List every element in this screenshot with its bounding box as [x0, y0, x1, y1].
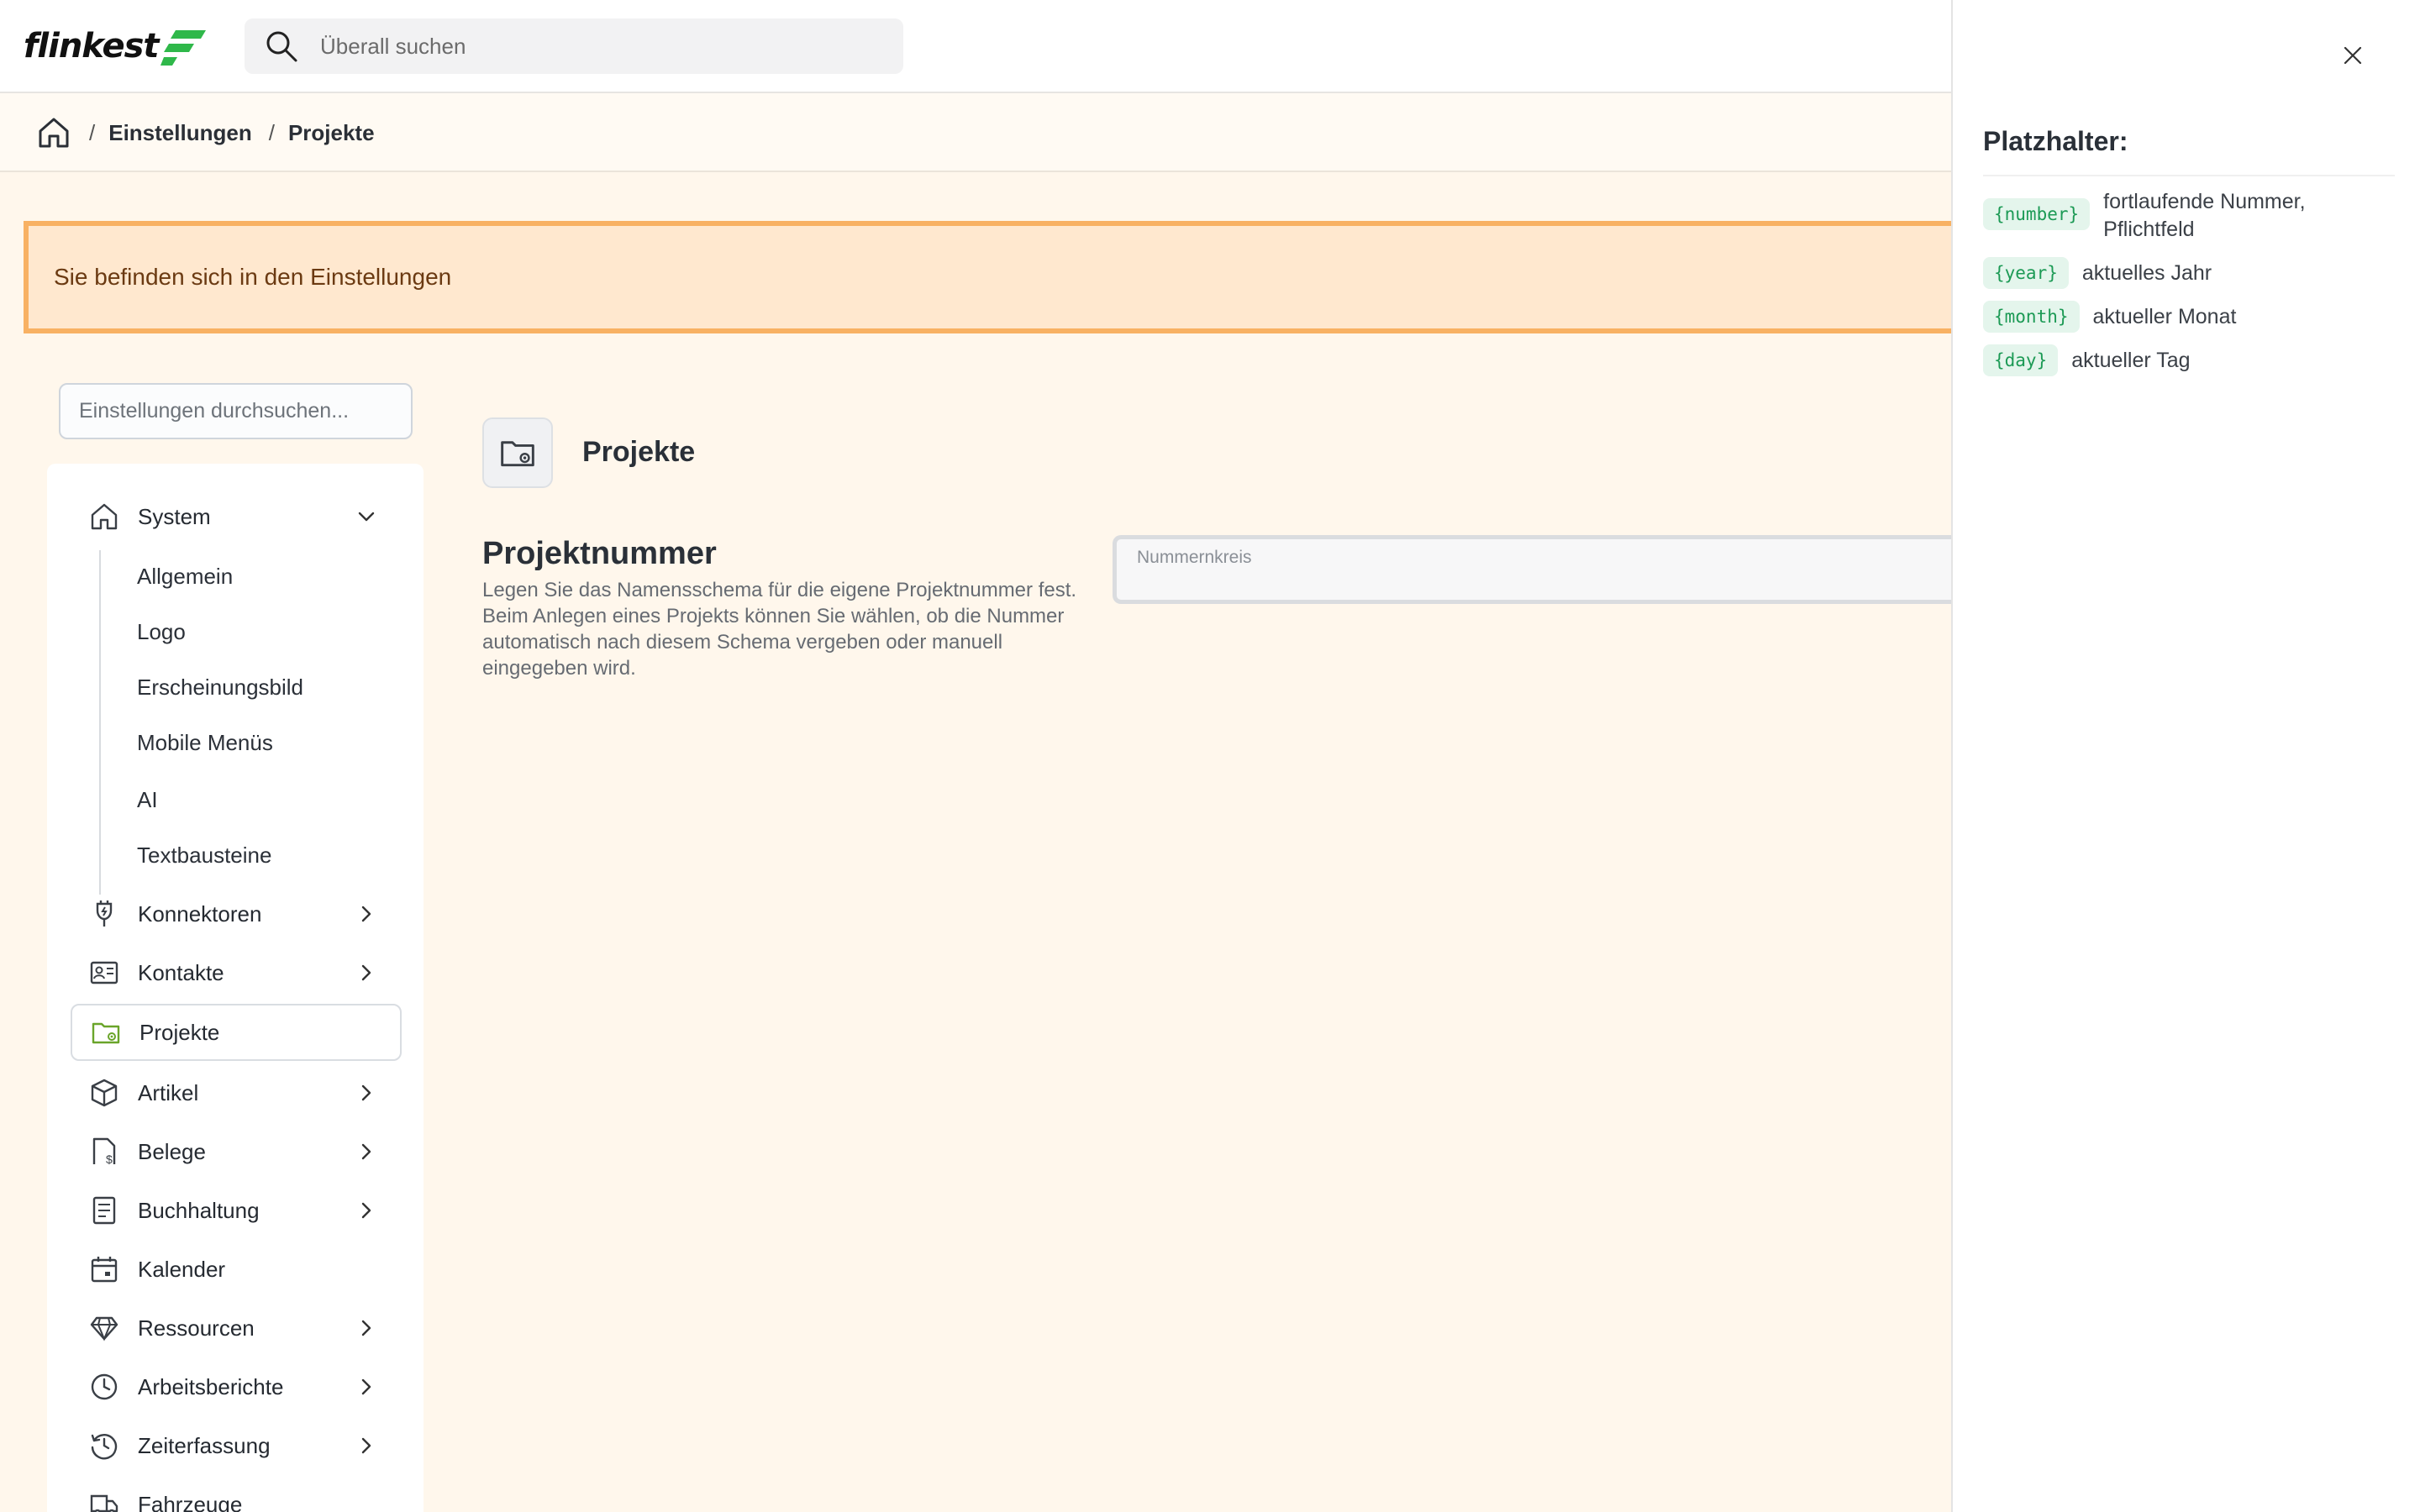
placeholder-description: fortlaufende Nummer, Pflichtfeld — [2103, 190, 2306, 241]
sidebar-item-konnektoren[interactable]: Konnektoren — [89, 889, 422, 939]
settings-sidebar: System Allgemein Logo Erscheinungsbild M… — [47, 464, 424, 1512]
chevron-right-icon — [361, 906, 371, 922]
ledger-icon — [92, 1196, 116, 1225]
sidebar-subitem-erscheinungsbild[interactable]: Erscheinungsbild — [137, 669, 303, 706]
breadcrumb-link-einstellungen[interactable]: Einstellungen — [108, 120, 251, 146]
divider — [1983, 175, 2395, 176]
sidebar-item-arbeitsberichte[interactable]: Arbeitsberichte — [89, 1362, 422, 1412]
sidebar-item-buchhaltung[interactable]: Buchhaltung — [89, 1185, 422, 1236]
number-range-field[interactable]: Nummernkreis — [1113, 535, 1953, 604]
chevron-right-icon — [361, 1143, 371, 1160]
logo-mark-icon — [160, 30, 206, 66]
home-icon — [91, 503, 118, 530]
contact-card-icon — [90, 961, 118, 984]
sidebar-item-artikel[interactable]: Artikel — [89, 1068, 422, 1118]
banner-text: Sie befinden sich in den Einstellungen — [54, 264, 452, 290]
sidebar-item-belege[interactable]: $ Belege — [89, 1126, 422, 1177]
sidebar-item-label: Projekte — [139, 1019, 220, 1045]
placeholder-row: {number} fortlaufende Nummer, Pflichtfel… — [1983, 188, 2338, 244]
sidebar-item-label: Artikel — [138, 1079, 199, 1105]
diamond-icon — [90, 1316, 118, 1341]
truck-icon — [90, 1494, 118, 1512]
search-icon — [266, 31, 297, 62]
folder-gear-icon — [92, 1022, 120, 1044]
sidebar-item-label: Kalender — [138, 1256, 226, 1282]
sidebar-item-label: Kontakte — [138, 959, 224, 985]
placeholder-tag: {month} — [1983, 301, 2080, 333]
sidebar-item-label: Belege — [138, 1138, 206, 1164]
sidebar-item-zeiterfassung[interactable]: Zeiterfassung — [89, 1420, 422, 1471]
global-search[interactable] — [245, 18, 903, 74]
breadcrumb: / Einstellungen / Projekte — [35, 113, 375, 152]
clock-icon — [91, 1373, 118, 1400]
sidebar-subitem-mobile-menus[interactable]: Mobile Menüs — [137, 724, 273, 761]
chevron-right-icon — [361, 1084, 371, 1101]
sidebar-subitem-logo[interactable]: Logo — [137, 613, 186, 650]
breadcrumb-separator: / — [89, 119, 96, 145]
breadcrumb-current: Projekte — [287, 119, 375, 145]
svg-text:$: $ — [106, 1152, 113, 1166]
placeholder-drawer: Platzhalter: {number} fortlaufende Numme… — [1951, 0, 2420, 1512]
sidebar-item-fahrzeuge[interactable]: Fahrzeuge — [89, 1479, 422, 1512]
sidebar-item-kalender[interactable]: Kalender — [89, 1244, 422, 1294]
placeholder-description: aktueller Tag — [2071, 349, 2191, 372]
placeholder-row: {year} aktuelles Jahr — [1983, 257, 2212, 289]
sidebar-item-label: Buchhaltung — [138, 1197, 260, 1223]
sidebar-subitem-ai[interactable]: AI — [137, 781, 158, 818]
sidebar-item-label: System — [138, 503, 211, 529]
app-logo[interactable]: flinkest — [24, 27, 208, 66]
logo-text: flinkest — [24, 27, 160, 66]
placeholder-description: aktueller Monat — [2092, 305, 2237, 328]
page-title: Projekte — [582, 436, 696, 468]
chevron-right-icon — [361, 1202, 371, 1219]
sidebar-item-ressourcen[interactable]: Ressourcen — [89, 1303, 422, 1353]
section-title: Projektnummer — [482, 536, 717, 571]
receipt-icon: $ — [92, 1137, 116, 1166]
chevron-right-icon — [361, 1320, 371, 1336]
home-icon[interactable] — [35, 114, 72, 151]
section-description: Legen Sie das Namensschema für die eigen… — [482, 579, 1077, 680]
sidebar-item-label: Arbeitsberichte — [138, 1373, 284, 1399]
sidebar-item-projekte[interactable]: Projekte — [71, 1004, 402, 1061]
calendar-icon — [91, 1257, 118, 1283]
chevron-right-icon — [361, 964, 371, 981]
chevron-right-icon — [361, 1378, 371, 1395]
field-label: Nummernkreis — [1137, 548, 1252, 567]
sidebar-item-label: Konnektoren — [138, 900, 262, 927]
drawer-title: Platzhalter: — [1983, 126, 2128, 156]
chevron-right-icon — [361, 1437, 371, 1454]
sidebar-subitem-textbausteine[interactable]: Textbausteine — [137, 837, 271, 874]
sidebar-item-system[interactable]: System — [89, 491, 422, 542]
box-icon — [91, 1079, 118, 1107]
submenu-guide-line — [99, 550, 101, 895]
chevron-down-icon — [358, 512, 375, 522]
settings-search-input[interactable] — [59, 383, 413, 439]
sidebar-item-label: Zeiterfassung — [138, 1432, 271, 1458]
placeholder-row: {month} aktueller Monat — [1983, 301, 2236, 333]
page-icon — [482, 417, 553, 488]
placeholder-tag: {day} — [1983, 344, 2059, 376]
history-icon — [91, 1434, 118, 1460]
placeholder-tag: {number} — [1983, 198, 2091, 230]
breadcrumb-separator: / — [268, 119, 275, 145]
sidebar-item-label: Fahrzeuge — [138, 1491, 243, 1512]
placeholder-description: aktuelles Jahr — [2081, 261, 2212, 285]
settings-banner: Sie befinden sich in den Einstellungen — [24, 221, 2040, 333]
sidebar-item-label: Ressourcen — [138, 1315, 255, 1341]
sidebar-item-kontakte[interactable]: Kontakte — [89, 948, 422, 998]
folder-gear-icon — [501, 441, 534, 467]
placeholder-row: {day} aktueller Tag — [1983, 344, 2191, 376]
placeholder-tag: {year} — [1983, 257, 2069, 289]
global-search-input[interactable] — [320, 33, 824, 60]
close-icon[interactable] — [2342, 45, 2364, 66]
plug-icon — [96, 900, 113, 927]
sidebar-subitem-allgemein[interactable]: Allgemein — [137, 558, 233, 595]
